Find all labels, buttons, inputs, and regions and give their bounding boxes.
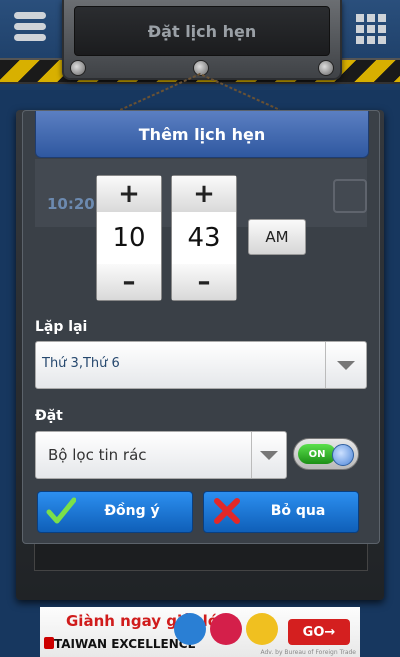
ad-go-label: GO <box>302 624 325 640</box>
screw-icon <box>318 60 334 76</box>
repeat-value: Thứ 3,Thứ 6 <box>42 356 120 371</box>
grid-dot <box>356 25 364 33</box>
arrow-right-icon: → <box>324 624 336 640</box>
set-type-value: Bộ lọc tin rác <box>48 446 147 464</box>
hanging-rope <box>120 72 280 111</box>
dialog-title: Thêm lịch hẹn <box>35 111 369 158</box>
ad-brand: TAIWAN EXCELLENCE <box>54 637 196 651</box>
hour-value[interactable]: 10 <box>97 212 161 264</box>
app-grid-button[interactable] <box>356 14 386 44</box>
set-type-select[interactable]: Bộ lọc tin rác <box>35 431 287 479</box>
on-off-toggle[interactable]: ON <box>293 438 359 470</box>
ad-go-button[interactable]: GO → <box>288 619 350 645</box>
menu-bar <box>14 12 46 19</box>
grid-dot <box>367 14 375 22</box>
hour-stepper: + 10 – <box>96 175 162 301</box>
toggle-on-label: ON <box>298 444 336 464</box>
toggle-knob <box>332 444 354 466</box>
set-label: Đặt <box>35 408 63 424</box>
background-time: 10:20 <box>47 195 95 213</box>
grid-dot <box>367 36 375 44</box>
minute-stepper: + 43 – <box>171 175 237 301</box>
repeat-label: Lặp lại <box>35 319 88 335</box>
screw-icon <box>70 60 86 76</box>
ampm-toggle-button[interactable]: AM <box>248 219 306 255</box>
panel-bottom-slot <box>34 543 368 571</box>
menu-bar <box>14 23 46 30</box>
cancel-button-label: Bỏ qua <box>270 503 326 519</box>
minute-value[interactable]: 43 <box>172 212 236 264</box>
ok-button-label: Đồng ý <box>104 503 160 519</box>
page-title: Đặt lịch hẹn <box>74 6 330 56</box>
hour-decrement-button[interactable]: – <box>97 264 161 300</box>
ad-footer-text: Adv. by Bureau of Foreign Trade <box>260 649 356 656</box>
grid-dot <box>378 14 386 22</box>
hour-increment-button[interactable]: + <box>97 176 161 212</box>
grid-dot <box>356 14 364 22</box>
minute-decrement-button[interactable]: – <box>172 264 236 300</box>
menu-bar <box>14 34 46 41</box>
chevron-down-icon[interactable] <box>251 432 286 478</box>
grid-dot <box>378 36 386 44</box>
header-sign: Đặt lịch hẹn <box>62 0 342 80</box>
alarm-icon <box>333 179 367 213</box>
product-icon <box>246 613 278 645</box>
minute-increment-button[interactable]: + <box>172 176 236 212</box>
product-icon <box>210 613 242 645</box>
ok-button[interactable]: Đồng ý <box>37 491 193 533</box>
chevron-down-icon[interactable] <box>325 342 366 388</box>
product-icon <box>174 613 206 645</box>
add-appointment-dialog: Thêm lịch hẹn 10:20 + 10 – + 43 – AM Lặp… <box>22 110 380 544</box>
grid-dot <box>356 36 364 44</box>
ad-banner[interactable]: Giành ngay giải lớn TAIWAN EXCELLENCE GO… <box>40 607 360 657</box>
flag-icon <box>44 637 54 649</box>
menu-button[interactable] <box>14 12 46 44</box>
grid-dot <box>367 25 375 33</box>
repeat-select[interactable]: Thứ 3,Thứ 6 <box>35 341 367 389</box>
cancel-button[interactable]: Bỏ qua <box>203 491 359 533</box>
grid-dot <box>378 25 386 33</box>
